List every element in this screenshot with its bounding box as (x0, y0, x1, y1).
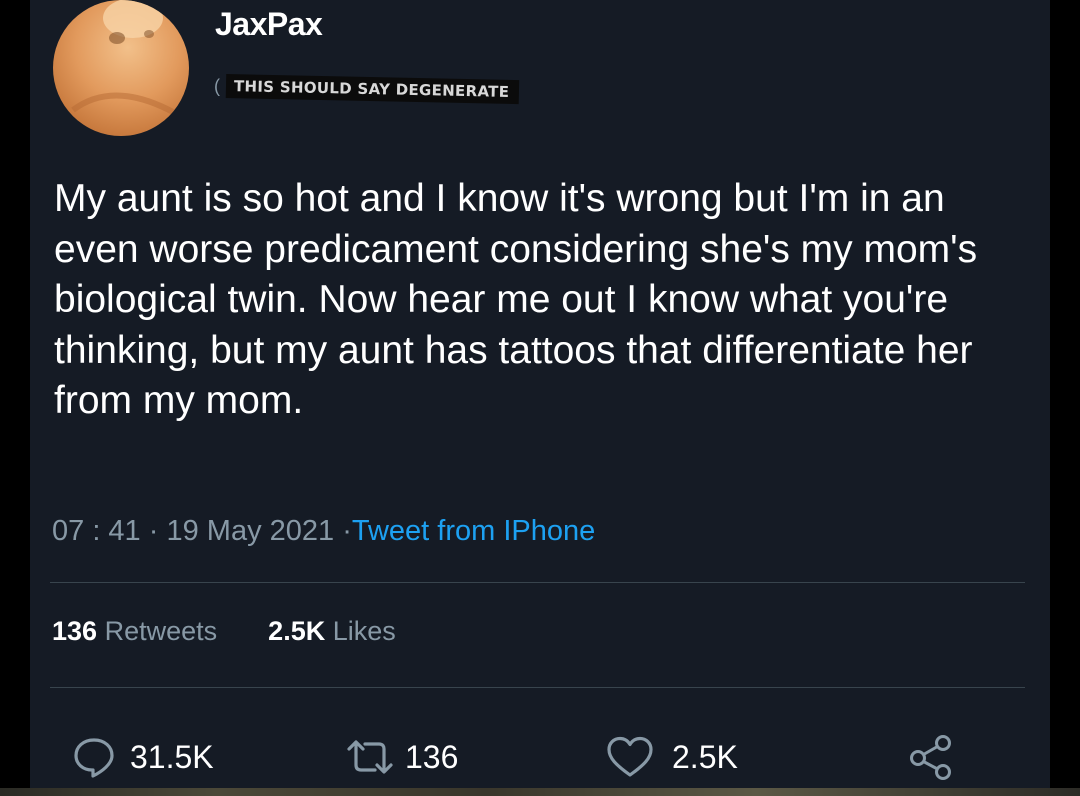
reply-button[interactable]: 31.5K (72, 733, 214, 781)
handle[interactable]: ( THIS SHOULD SAY DEGENERATE (212, 74, 532, 105)
retweet-count: 136 (405, 738, 459, 775)
tweet-card: JaxPax ( THIS SHOULD SAY DEGENERATE My a… (30, 0, 1050, 796)
share-button[interactable] (908, 733, 954, 781)
tweet-meta: 07 : 41 · 19 May 2021 ·Tweet from IPhone (52, 515, 595, 548)
divider-top (50, 582, 1025, 583)
handle-paren: ( (214, 76, 220, 96)
retweets-stat[interactable]: 136 Retweets (52, 616, 217, 646)
retweets-label: Retweets (104, 616, 218, 646)
display-name[interactable]: JaxPax (215, 6, 323, 43)
divider-bottom (50, 687, 1025, 688)
avatar[interactable] (53, 0, 189, 136)
video-frame-edge (0, 788, 1080, 796)
engagement-stats: 136 Retweets 2.5K Likes (52, 616, 396, 647)
meta-separator: · (140, 515, 167, 547)
retweets-count: 136 (52, 616, 98, 646)
like-count: 2.5K (672, 738, 738, 775)
likes-label: Likes (332, 616, 396, 646)
share-icon (910, 735, 951, 780)
tweet-text: My aunt is so hot and I know it's wrong … (54, 177, 978, 422)
avatar-image (71, 0, 175, 115)
handle-censor-label: THIS SHOULD SAY DEGENERATE (225, 74, 520, 105)
like-button[interactable]: 2.5K (606, 733, 738, 781)
retweet-icon (347, 740, 393, 774)
likes-stat[interactable]: 2.5K Likes (268, 616, 396, 646)
heart-icon (607, 736, 653, 777)
reply-count: 31.5K (130, 738, 214, 775)
tweet-date[interactable]: 19 May 2021 (166, 515, 334, 547)
tweet-time: 07 : 41 (52, 515, 141, 547)
retweet-button[interactable]: 136 (345, 733, 458, 781)
tweet-source-link[interactable]: Tweet from IPhone (352, 515, 595, 547)
source-separator: · (334, 515, 352, 547)
reply-icon (74, 738, 114, 778)
likes-count: 2.5K (268, 616, 326, 646)
